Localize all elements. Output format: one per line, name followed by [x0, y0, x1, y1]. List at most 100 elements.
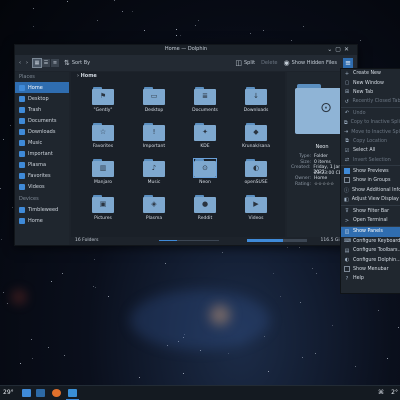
- file-item[interactable]: ▣ Pictures: [79, 193, 127, 229]
- menu-item-show-additional-information[interactable]: ⓘShow Additional Information: [341, 186, 400, 195]
- menu-item-label: New Tab: [353, 89, 374, 95]
- star: [97, 19, 99, 21]
- devices-list: Timbleweed Home: [15, 204, 69, 226]
- sidebar-item-desktop[interactable]: Desktop: [15, 93, 69, 104]
- title-bar[interactable]: Home — Dolphin ⌄▢✕: [15, 45, 357, 55]
- places-heading: Places: [19, 74, 35, 80]
- sidebar-item-downloads[interactable]: Downloads: [15, 126, 69, 137]
- star: [31, 339, 33, 341]
- file-item[interactable]: ◐ openSUSE: [232, 157, 280, 193]
- menu-item-show-panels[interactable]: ◫ Show Panels: [341, 227, 400, 237]
- places-list: Home Desktop Trash Documents Downloads Music I…: [15, 82, 69, 192]
- menu-item-invert-selection: ⇄ Invert Selection: [341, 156, 400, 165]
- star: [121, 11, 123, 13]
- toolbar: ‹ › ▦ ☰ ≡ ⇅ Sort By ◫ Split Delete ◉ Sho…: [15, 55, 357, 71]
- file-item[interactable]: ☆ Favorites: [79, 121, 127, 157]
- menu-item-configure-toolbars[interactable]: ▤ Configure Toolbars...: [341, 246, 400, 255]
- file-item[interactable]: ◆ Krunak/sana: [232, 121, 280, 157]
- close-icon[interactable]: ✕: [344, 46, 352, 53]
- menu-item-configure-dolphin[interactable]: ◐ Configure Dolphin...: [341, 255, 400, 264]
- icons-view-icon[interactable]: ▦: [32, 58, 42, 68]
- file-item[interactable]: ▥ Manjaro: [79, 157, 127, 193]
- sidebar-item-home[interactable]: Home: [15, 82, 69, 93]
- star: [300, 302, 302, 303]
- status-bar: 16 Folders 116.5 GiB free: [71, 237, 357, 245]
- tray-icon[interactable]: ⌘: [378, 389, 384, 396]
- file-item[interactable]: ≣ Documents: [181, 85, 229, 121]
- star: [1, 239, 3, 241]
- breadcrumb-home[interactable]: Home: [81, 73, 97, 79]
- sidebar-item-home[interactable]: Home: [15, 215, 69, 226]
- sidebar-item-favorites[interactable]: Favorites: [15, 170, 69, 181]
- sort-by-button[interactable]: ⇅ Sort By: [64, 59, 90, 67]
- compact-view-icon[interactable]: ☰: [42, 59, 50, 67]
- file-name: Manjaro: [93, 180, 112, 185]
- delete-button[interactable]: Delete: [261, 60, 277, 66]
- sidebar-item-label: Desktop: [28, 95, 49, 102]
- sidebar-item-music[interactable]: Music: [15, 137, 69, 148]
- file-item[interactable]: ♪ Music: [130, 157, 178, 193]
- sidebar-item-documents[interactable]: Documents: [15, 115, 69, 126]
- back-icon[interactable]: ‹: [19, 60, 21, 66]
- file-item[interactable]: ✦ KDE: [181, 121, 229, 157]
- terminal-icon: >: [344, 217, 350, 224]
- file-name: Music: [147, 180, 161, 185]
- menu-item-open-terminal[interactable]: > Open Terminal: [341, 216, 400, 225]
- file-view[interactable]: › Home ⚑ "Gently" ▭ Desktop ≣ Documents ↓ Downl…: [71, 72, 285, 237]
- menu-item-configure-keyboard-shortcuts[interactable]: ⌨Configure Keyboard Shortcuts: [341, 237, 400, 246]
- forward-icon[interactable]: ›: [26, 60, 28, 66]
- zoom-slider[interactable]: [159, 240, 219, 241]
- dolphin-task-icon[interactable]: [68, 389, 77, 397]
- music-folder-icon: ♪: [143, 159, 165, 177]
- menu-item-help[interactable]: ? Help: [341, 274, 400, 283]
- window-controls[interactable]: ⌄▢✕: [327, 46, 352, 53]
- file-item[interactable]: ● Reddit: [181, 193, 229, 229]
- menu-item-show-menubar[interactable]: Show Menubar: [341, 265, 400, 274]
- sidebar-item-trash[interactable]: Trash: [15, 104, 69, 115]
- file-item[interactable]: ▶ Videos: [232, 193, 280, 229]
- file-item[interactable]: ⊙ Neon: [181, 157, 229, 193]
- sidebar-item-important[interactable]: Important: [15, 148, 69, 159]
- sidebar-item-videos[interactable]: Videos: [15, 181, 69, 192]
- split-button[interactable]: ◫ Split: [235, 59, 255, 67]
- weather-temperature[interactable]: 29°: [3, 389, 14, 396]
- file-item[interactable]: ▭ Desktop: [130, 85, 178, 121]
- star: [61, 272, 63, 274]
- sidebar-item-plasma[interactable]: Plasma: [15, 159, 69, 170]
- menu-item-show-previews[interactable]: Show Previews: [341, 167, 400, 176]
- task-manager-icon[interactable]: [36, 389, 45, 397]
- file-item[interactable]: ! Important: [130, 121, 178, 157]
- info-icon: ⓘ: [344, 187, 350, 194]
- menu-item-show-filter-bar[interactable]: ⊽ Show Filter Bar: [341, 206, 400, 215]
- tray-temperature[interactable]: 2°: [391, 389, 398, 396]
- important-icon: [19, 150, 25, 157]
- show-hidden-files-button[interactable]: ◉ Show Hidden Files: [284, 59, 338, 67]
- details-view-icon[interactable]: ≡: [51, 59, 59, 67]
- star: [143, 29, 145, 31]
- menu-item-adjust-view-display-style[interactable]: ◧Adjust View Display Style: [341, 195, 400, 204]
- file-name: Downloads: [243, 108, 269, 113]
- sidebar-item-label: Music: [28, 139, 43, 146]
- app-launcher-icon[interactable]: [22, 389, 31, 397]
- file-item[interactable]: ◈ Plasma: [130, 193, 178, 229]
- menu-item-show-in-groups[interactable]: Show in Groups: [341, 176, 400, 185]
- maximize-icon[interactable]: ▢: [335, 46, 344, 53]
- file-item[interactable]: ↓ Downloads: [232, 85, 280, 121]
- sidebar-item-timbleweed[interactable]: Timbleweed: [15, 204, 69, 215]
- menu-item-select-all[interactable]: ☑ Select All: [341, 146, 400, 155]
- firefox-icon[interactable]: [52, 389, 61, 397]
- star: [301, 356, 303, 358]
- free-space-bar: [247, 239, 307, 242]
- menu-item-new-tab[interactable]: ⊞ New Tab: [341, 88, 400, 97]
- menu-item-new-window[interactable]: ▢ New Window: [341, 78, 400, 87]
- nebula-decoration: [210, 305, 230, 325]
- breadcrumb[interactable]: › Home: [71, 72, 285, 83]
- menu-item-create-new[interactable]: + Create New: [341, 69, 400, 78]
- star: [387, 357, 389, 359]
- star: [180, 34, 182, 36]
- menu-item-label: Configure Dolphin...: [353, 257, 400, 263]
- hamburger-menu-icon[interactable]: ≡: [343, 58, 353, 68]
- file-item[interactable]: ⚑ "Gently": [79, 85, 127, 121]
- menu-item-undo: ↶ Undo: [341, 109, 400, 118]
- file-name: Important: [142, 144, 166, 149]
